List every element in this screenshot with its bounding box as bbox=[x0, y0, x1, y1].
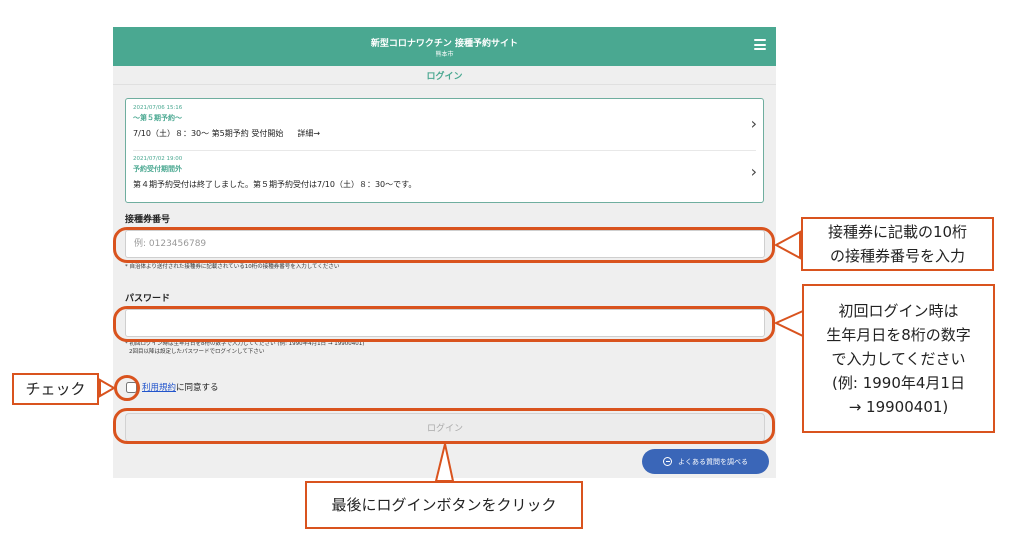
hamburger-menu-icon[interactable] bbox=[754, 39, 766, 50]
site-title: 新型コロナワクチン 接種予約サイト bbox=[370, 39, 519, 49]
news-body-text: 7/10（土）８：30〜 第5期予約 受付開始 bbox=[133, 129, 284, 138]
password-hint-later-login: 2回目以降は設定したパスワードでログインして下さい bbox=[129, 349, 265, 355]
ticket-callout-text: 接種券に記載の10桁 の接種券番号を入力 bbox=[827, 223, 968, 265]
password-callout: 初回ログイン時は 生年月日を8桁の数字 で入力してください (例: 1990年4… bbox=[802, 284, 995, 433]
password-callout-text: 初回ログイン時は 生年月日を8桁の数字 で入力してください (例: 1990年4… bbox=[826, 301, 971, 416]
password-hint: * 初回ログイン時は生年月日を8桁の数字で入力してください (例: 1990年4… bbox=[125, 340, 364, 356]
chevron-right-icon[interactable]: › bbox=[751, 164, 757, 180]
news-list: 2021/07/06 15:16 〜第５期予約〜 7/10（土）８：30〜 第5… bbox=[125, 98, 764, 203]
faq-button-label: よくある質問を調べる bbox=[678, 457, 748, 466]
news-date: 2021/07/02 19:00 bbox=[133, 156, 183, 162]
ticket-pointer bbox=[773, 230, 801, 260]
chevron-right-icon[interactable]: › bbox=[751, 116, 757, 132]
news-body: 第４期予約受付は終了しました。第５期予約受付は7/10（土）８：30〜です。 bbox=[133, 180, 417, 189]
password-label: パスワード bbox=[125, 294, 171, 304]
news-more-link[interactable]: 詳細→ bbox=[297, 129, 320, 138]
faq-button[interactable]: よくある質問を調べる bbox=[642, 449, 769, 474]
password-pointer bbox=[773, 309, 804, 338]
news-divider bbox=[133, 150, 756, 151]
checkbox-highlight bbox=[114, 375, 140, 401]
ticket-input-highlight bbox=[113, 227, 775, 263]
site-subtitle: 熊本市 bbox=[435, 51, 454, 58]
news-body: 7/10（土）８：30〜 第5期予約 受付開始 詳細→ bbox=[133, 128, 763, 139]
password-input-highlight bbox=[113, 306, 775, 342]
check-pointer bbox=[99, 378, 117, 398]
login-button-highlight bbox=[113, 408, 775, 444]
title-divider bbox=[113, 84, 776, 85]
ticket-number-label: 接種券番号 bbox=[125, 215, 171, 225]
news-title: 予約受付期間外 bbox=[133, 165, 182, 173]
login-callout-text: 最後にログインボタンをクリック bbox=[331, 496, 557, 514]
terms-link[interactable]: 利用規約 bbox=[142, 381, 176, 393]
site-header: 新型コロナワクチン 接種予約サイト 熊本市 bbox=[113, 27, 776, 66]
page-title: ログイン bbox=[426, 72, 463, 82]
news-date: 2021/07/06 15:16 bbox=[133, 105, 183, 111]
news-item[interactable]: 2021/07/02 19:00 予約受付期間外 第４期予約受付は終了しました。… bbox=[133, 156, 763, 190]
login-callout: 最後にログインボタンをクリック bbox=[305, 481, 583, 529]
check-callout: チェック bbox=[12, 373, 99, 405]
check-callout-text: チェック bbox=[25, 380, 86, 398]
ticket-callout: 接種券に記載の10桁 の接種券番号を入力 bbox=[801, 217, 994, 271]
news-title: 〜第５期予約〜 bbox=[133, 114, 182, 122]
chat-bubble-icon bbox=[663, 457, 672, 466]
terms-agree-text: に同意する bbox=[176, 383, 219, 393]
news-item[interactable]: 2021/07/06 15:16 〜第５期予約〜 7/10（土）８：30〜 第5… bbox=[133, 105, 763, 139]
ticket-number-hint: * 自治体より送付された接種券に記載されている10桁の接種券番号を入力してくださ… bbox=[125, 264, 340, 270]
